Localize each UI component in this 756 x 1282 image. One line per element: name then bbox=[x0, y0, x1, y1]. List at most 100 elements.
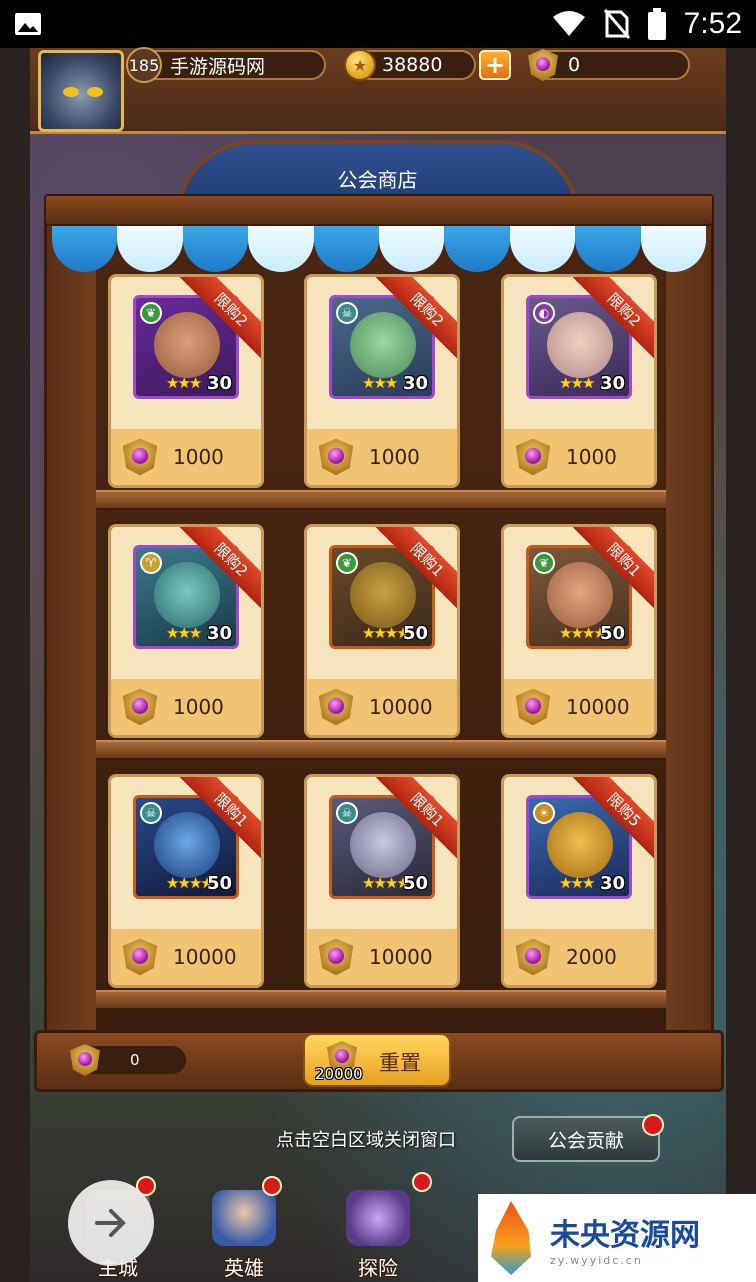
item-price: 2000 bbox=[566, 945, 617, 969]
nav-heroes[interactable]: 英雄 bbox=[196, 1190, 292, 1282]
item-price: 1000 bbox=[566, 445, 617, 469]
portal-icon bbox=[346, 1190, 410, 1246]
player-level-badge: 185 bbox=[126, 47, 162, 83]
item-price: 10000 bbox=[566, 695, 630, 719]
shop-item-card[interactable]: ❦ ★★★★ 50 限购1 10000 bbox=[501, 524, 657, 738]
undead-faction-icon: ☠ bbox=[336, 302, 358, 324]
clock: 7:52 bbox=[683, 7, 742, 40]
guild-gem-icon bbox=[515, 938, 551, 976]
shelf bbox=[96, 990, 666, 1010]
hero-level: 50 bbox=[402, 873, 428, 894]
guild-gem-icon bbox=[318, 938, 354, 976]
gold-coin-icon: ★ bbox=[344, 49, 376, 81]
shop-awning bbox=[52, 226, 707, 272]
notification-dot bbox=[262, 1176, 282, 1196]
battery-icon bbox=[647, 8, 666, 40]
shop-item-card[interactable]: ❦ ★★★★ 50 限购1 10000 bbox=[304, 524, 460, 738]
guild-gem-icon bbox=[122, 438, 158, 476]
arrow-right-icon bbox=[95, 1209, 126, 1237]
gem-counter: 0 bbox=[528, 49, 690, 81]
shop-item-card[interactable]: ❦ ★★★ 30 限购2 1000 bbox=[108, 274, 264, 488]
avatar-eye bbox=[63, 87, 79, 97]
item-price: 1000 bbox=[369, 445, 420, 469]
hero-level: 30 bbox=[206, 373, 232, 394]
wifi-icon bbox=[552, 11, 585, 36]
beast-faction-icon: ♈ bbox=[140, 552, 162, 574]
price-row: 10000 bbox=[307, 679, 457, 735]
back-arrow-button[interactable] bbox=[68, 1180, 154, 1266]
gem-amount: 0 bbox=[568, 54, 581, 76]
watermark-title: 未央资源网 bbox=[550, 1217, 700, 1253]
shop-item-card[interactable]: ☠ ★★★★ 50 限购1 10000 bbox=[108, 774, 264, 988]
price-row: 1000 bbox=[111, 429, 261, 485]
notification-dot bbox=[412, 1172, 432, 1192]
price-row: 10000 bbox=[307, 929, 457, 985]
hero-level: 30 bbox=[599, 873, 625, 894]
watermark-url: zy.wyyidc.cn bbox=[550, 1253, 643, 1267]
star-rating: ★★★★ bbox=[559, 624, 607, 642]
guild-gem-icon bbox=[318, 438, 354, 476]
shop-item-card[interactable]: ☠ ★★★ 30 限购2 1000 bbox=[304, 274, 460, 488]
shop-item-card[interactable]: ◐ ★★★ 30 限购2 1000 bbox=[501, 274, 657, 488]
price-row: 1000 bbox=[504, 429, 654, 485]
player-info-pill: 185 手游源码网 bbox=[126, 47, 326, 83]
shop-item-card[interactable]: ♈ ★★★ 30 限购2 1000 bbox=[108, 524, 264, 738]
nav-label: 探险 bbox=[358, 1256, 398, 1280]
shop-sign-board bbox=[44, 194, 714, 226]
guild-currency-balance: 0 bbox=[70, 1044, 186, 1076]
price-row: 2000 bbox=[504, 929, 654, 985]
guild-contribution-button[interactable]: 公会贡献 bbox=[512, 1116, 660, 1162]
guild-gem-icon bbox=[122, 688, 158, 726]
flame-logo-icon bbox=[491, 1201, 531, 1275]
nav-explore[interactable]: 探险 bbox=[330, 1190, 426, 1282]
guild-currency-amount: 0 bbox=[130, 1051, 140, 1069]
item-price: 10000 bbox=[173, 945, 237, 969]
shop-item-card[interactable]: ☠ ★★★★ 50 限购1 10000 bbox=[304, 774, 460, 988]
star-rating: ★★★ bbox=[559, 374, 595, 392]
star-rating: ★★★ bbox=[166, 624, 202, 642]
add-coins-button[interactable]: + bbox=[479, 50, 511, 80]
nav-label: 英雄 bbox=[224, 1256, 264, 1280]
reset-cost: 20000 bbox=[315, 1065, 363, 1083]
coin-counter: ★ 38880 bbox=[344, 49, 476, 81]
notification-dot bbox=[642, 1114, 664, 1136]
no-sim-icon bbox=[603, 9, 630, 39]
star-rating: ★★★★ bbox=[166, 874, 214, 892]
item-price: 10000 bbox=[369, 945, 433, 969]
nature-faction-icon: ❦ bbox=[336, 552, 358, 574]
item-price: 10000 bbox=[369, 695, 433, 719]
player-avatar[interactable] bbox=[38, 50, 124, 132]
light-faction-icon: ☀ bbox=[533, 802, 555, 824]
close-window-hint: 点击空白区域关闭窗口 bbox=[276, 1130, 456, 1151]
hero-icon bbox=[212, 1190, 276, 1246]
site-watermark: 未央资源网 zy.wyyidc.cn bbox=[478, 1194, 756, 1282]
reset-shop-button[interactable]: 20000 重置 bbox=[303, 1033, 451, 1087]
hero-level: 30 bbox=[402, 373, 428, 394]
player-name: 手游源码网 bbox=[170, 55, 266, 78]
star-rating: ★★★★ bbox=[362, 874, 410, 892]
right-letterbox bbox=[726, 48, 756, 1282]
star-rating: ★★★ bbox=[166, 374, 202, 392]
nature-faction-icon: ❦ bbox=[140, 302, 162, 324]
hero-level: 50 bbox=[206, 873, 232, 894]
price-row: 10000 bbox=[111, 929, 261, 985]
dark-faction-icon: ◐ bbox=[533, 302, 555, 324]
hero-level: 30 bbox=[206, 623, 232, 644]
shelf bbox=[96, 490, 666, 510]
shelf bbox=[96, 740, 666, 760]
shop-title: 公会商店 bbox=[337, 168, 418, 192]
star-rating: ★★★ bbox=[362, 374, 398, 392]
image-notification-icon bbox=[15, 13, 41, 35]
undead-faction-icon: ☠ bbox=[140, 802, 162, 824]
nature-faction-icon: ❦ bbox=[533, 552, 555, 574]
star-rating: ★★★★ bbox=[362, 624, 410, 642]
price-row: 1000 bbox=[111, 679, 261, 735]
item-price: 1000 bbox=[173, 445, 224, 469]
price-row: 10000 bbox=[504, 679, 654, 735]
avatar-eye bbox=[87, 87, 103, 97]
guild-gem-icon bbox=[318, 688, 354, 726]
guild-gem-icon bbox=[122, 938, 158, 976]
shop-item-card[interactable]: ☀ ★★★ 30 限购5 2000 bbox=[501, 774, 657, 988]
left-letterbox bbox=[0, 48, 30, 1282]
star-rating: ★★★ bbox=[559, 874, 595, 892]
